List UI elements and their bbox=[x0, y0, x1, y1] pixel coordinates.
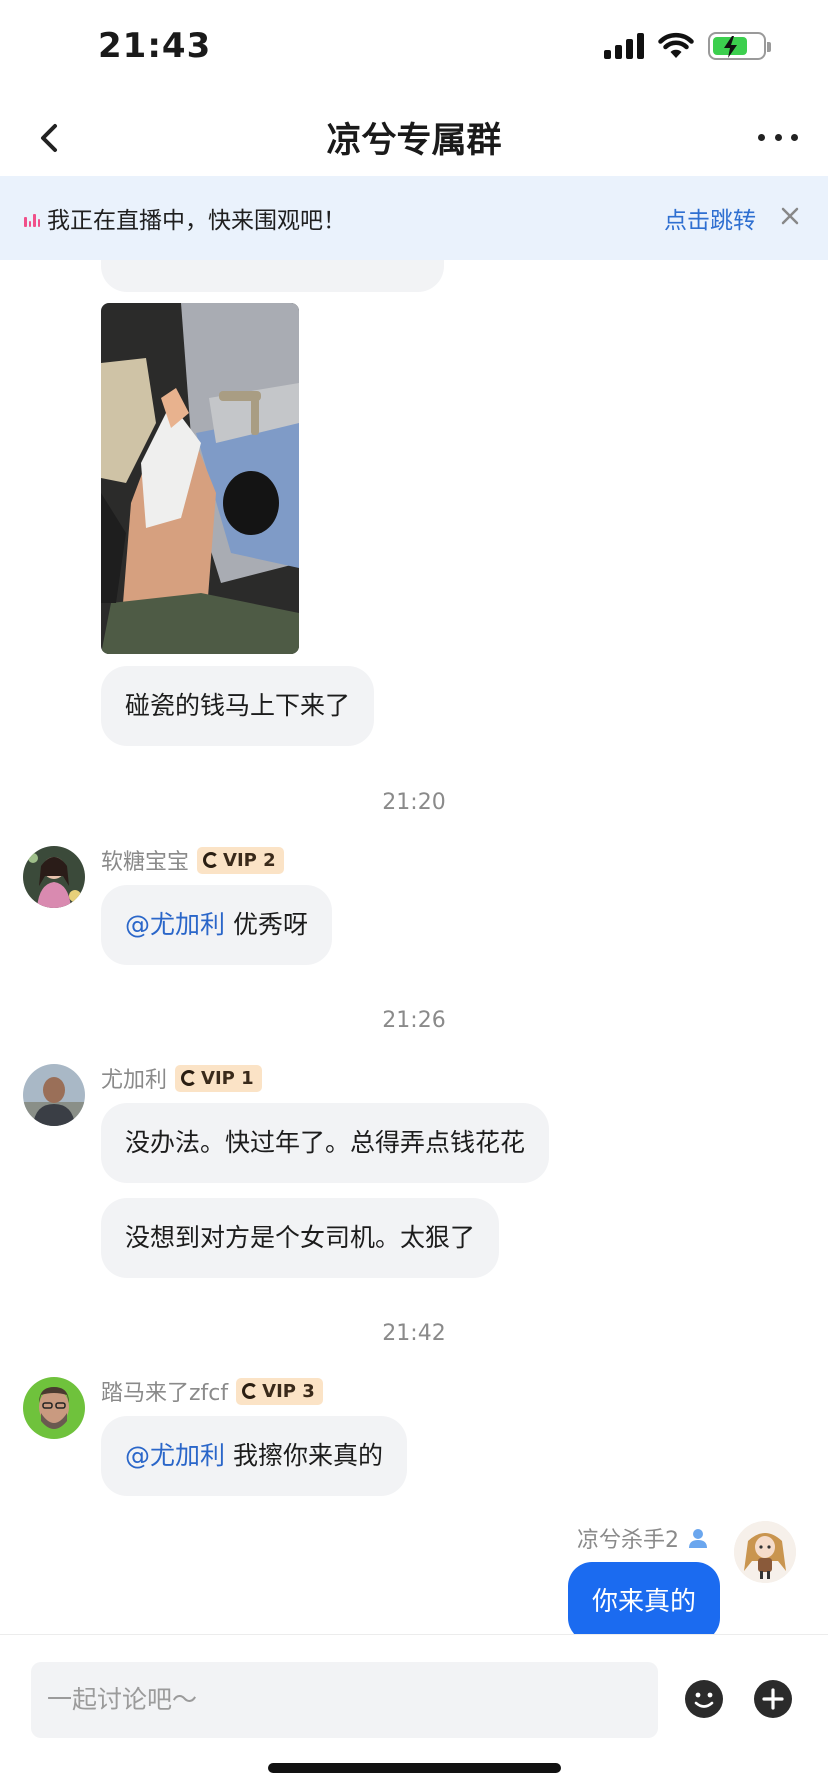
vip-badge: VIP 1 bbox=[175, 1064, 262, 1092]
avatar[interactable] bbox=[23, 1064, 85, 1126]
close-icon[interactable] bbox=[774, 200, 806, 232]
self-sender-row: 凉兮杀手2 bbox=[577, 1522, 709, 1554]
mention-link[interactable]: @尤加利 bbox=[125, 910, 225, 939]
message-input[interactable]: 一起讨论吧～ bbox=[31, 1662, 658, 1738]
message-bubble-partial bbox=[101, 260, 444, 292]
sender-name[interactable]: 软糖宝宝 bbox=[101, 844, 189, 876]
sender-name[interactable]: 尤加利 bbox=[101, 1062, 167, 1094]
message-bubble: @尤加利 优秀呀 bbox=[101, 885, 332, 965]
nav-bar: 凉兮专属群 bbox=[0, 100, 828, 176]
message-timestamp: 21:26 bbox=[382, 1008, 446, 1033]
status-icons bbox=[604, 32, 771, 60]
sender-name[interactable]: 踏马来了zfcf bbox=[101, 1375, 228, 1407]
message-timestamp: 21:20 bbox=[382, 790, 446, 815]
vip-icon bbox=[203, 852, 220, 868]
vip-icon bbox=[242, 1383, 259, 1399]
vip-badge: VIP 2 bbox=[197, 846, 284, 874]
more-options-icon[interactable] bbox=[758, 122, 798, 152]
banner-jump-link[interactable]: 点击跳转 bbox=[664, 201, 756, 235]
message-bubble: 没想到对方是个女司机。太狠了 bbox=[101, 1198, 500, 1278]
sender-row: 软糖宝宝 VIP 2 bbox=[101, 844, 284, 876]
vip-badge: VIP 3 bbox=[236, 1377, 323, 1405]
user-icon bbox=[689, 1529, 707, 1548]
sender-row: 尤加利 VIP 1 bbox=[101, 1062, 262, 1094]
live-bars-icon bbox=[24, 211, 40, 227]
message-text: 我擦你来真的 bbox=[232, 1441, 383, 1470]
message-text: 优秀呀 bbox=[232, 910, 308, 939]
live-banner[interactable]: 我正在直播中，快来围观吧！ 点击跳转 bbox=[0, 176, 828, 260]
vip-icon bbox=[181, 1070, 198, 1086]
self-avatar[interactable] bbox=[734, 1521, 796, 1583]
avatar[interactable] bbox=[23, 846, 85, 908]
message-timestamp: 21:42 bbox=[382, 1321, 446, 1346]
status-time: 21:43 bbox=[98, 26, 212, 66]
avatar[interactable] bbox=[23, 1377, 85, 1439]
chat-message-list[interactable]: 碰瓷的钱马上下来了 21:20 软糖宝宝 VIP 2 @尤加利 优秀呀 21:2… bbox=[0, 260, 828, 1634]
page-title: 凉兮专属群 bbox=[326, 121, 502, 161]
home-indicator[interactable] bbox=[268, 1763, 561, 1773]
message-bubble: 没办法。快过年了。总得弄点钱花花 bbox=[101, 1103, 550, 1183]
mention-link[interactable]: @尤加利 bbox=[125, 1441, 225, 1470]
sender-row: 踏马来了zfcf VIP 3 bbox=[101, 1375, 323, 1407]
cellular-signal-icon bbox=[604, 33, 644, 59]
message-bubble: @尤加利 我擦你来真的 bbox=[101, 1416, 407, 1496]
self-message-bubble: 你来真的 bbox=[567, 1562, 720, 1634]
banner-text: 我正在直播中，快来围观吧！ bbox=[47, 208, 346, 234]
wifi-icon bbox=[658, 32, 694, 58]
self-sender-name: 凉兮杀手2 bbox=[577, 1528, 679, 1553]
message-image[interactable] bbox=[101, 303, 299, 654]
emoji-icon[interactable] bbox=[684, 1679, 724, 1719]
message-bubble: 碰瓷的钱马上下来了 bbox=[101, 666, 375, 746]
battery-icon bbox=[708, 32, 771, 60]
status-bar: 21:43 bbox=[0, 0, 828, 100]
add-icon[interactable] bbox=[753, 1679, 793, 1719]
